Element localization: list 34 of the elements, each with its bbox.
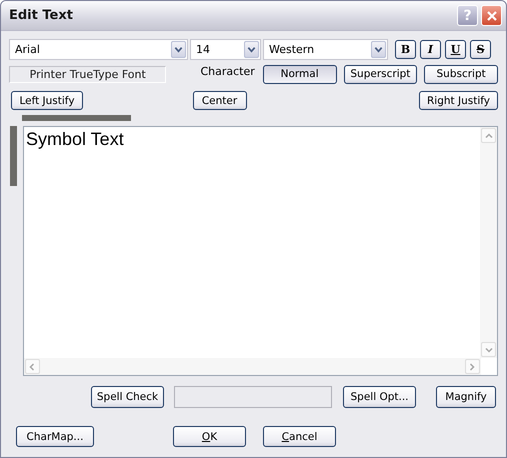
character-mode-button[interactable]: Normal bbox=[262, 64, 337, 84]
underline-button[interactable]: U bbox=[445, 40, 466, 59]
strike-button[interactable]: S bbox=[470, 40, 491, 59]
italic-button[interactable]: I bbox=[420, 40, 441, 59]
close-button[interactable] bbox=[481, 5, 502, 26]
dropdown[interactable]: 14 bbox=[190, 39, 261, 60]
scroll-left-icon[interactable] bbox=[24, 359, 40, 374]
dropdown[interactable]: Western bbox=[263, 39, 388, 60]
close-icon[interactable] bbox=[486, 10, 498, 22]
window-title: Edit Text bbox=[9, 8, 73, 23]
font-type-label: Printer TrueType Font bbox=[9, 66, 166, 82]
editor-text: Symbol Text bbox=[26, 129, 124, 149]
scroll-down-icon[interactable] bbox=[481, 342, 496, 357]
cancel-button[interactable]: Cancel bbox=[263, 426, 336, 447]
scroll-up-icon[interactable] bbox=[481, 128, 496, 143]
character-mode-button[interactable]: Subscript bbox=[424, 64, 498, 84]
character-mode-button[interactable]: Superscript bbox=[344, 64, 418, 84]
dropdown[interactable]: Arial bbox=[9, 39, 188, 60]
text-editor[interactable]: Symbol Text bbox=[22, 126, 498, 376]
justify-button[interactable]: Right Justify bbox=[419, 91, 498, 110]
justify-button[interactable]: Left Justify bbox=[11, 91, 83, 110]
margin-bar bbox=[10, 126, 17, 186]
vertical-scrollbar[interactable] bbox=[480, 127, 497, 358]
scroll-right-icon[interactable] bbox=[464, 359, 480, 374]
justify-button[interactable]: Center bbox=[192, 91, 246, 110]
spell-check-button[interactable]: Spell Check bbox=[91, 386, 164, 408]
spell-options-button[interactable]: Spell Opt... bbox=[343, 386, 416, 408]
horizontal-scrollbar[interactable] bbox=[24, 358, 481, 375]
magnify-button[interactable]: Magnify bbox=[436, 386, 496, 408]
bold-button[interactable]: B bbox=[395, 40, 416, 59]
spell-field[interactable] bbox=[174, 386, 332, 408]
charmap-button[interactable]: CharMap... bbox=[16, 426, 94, 447]
character-label: Character bbox=[200, 65, 255, 78]
ok-button[interactable]: OK bbox=[173, 426, 246, 447]
